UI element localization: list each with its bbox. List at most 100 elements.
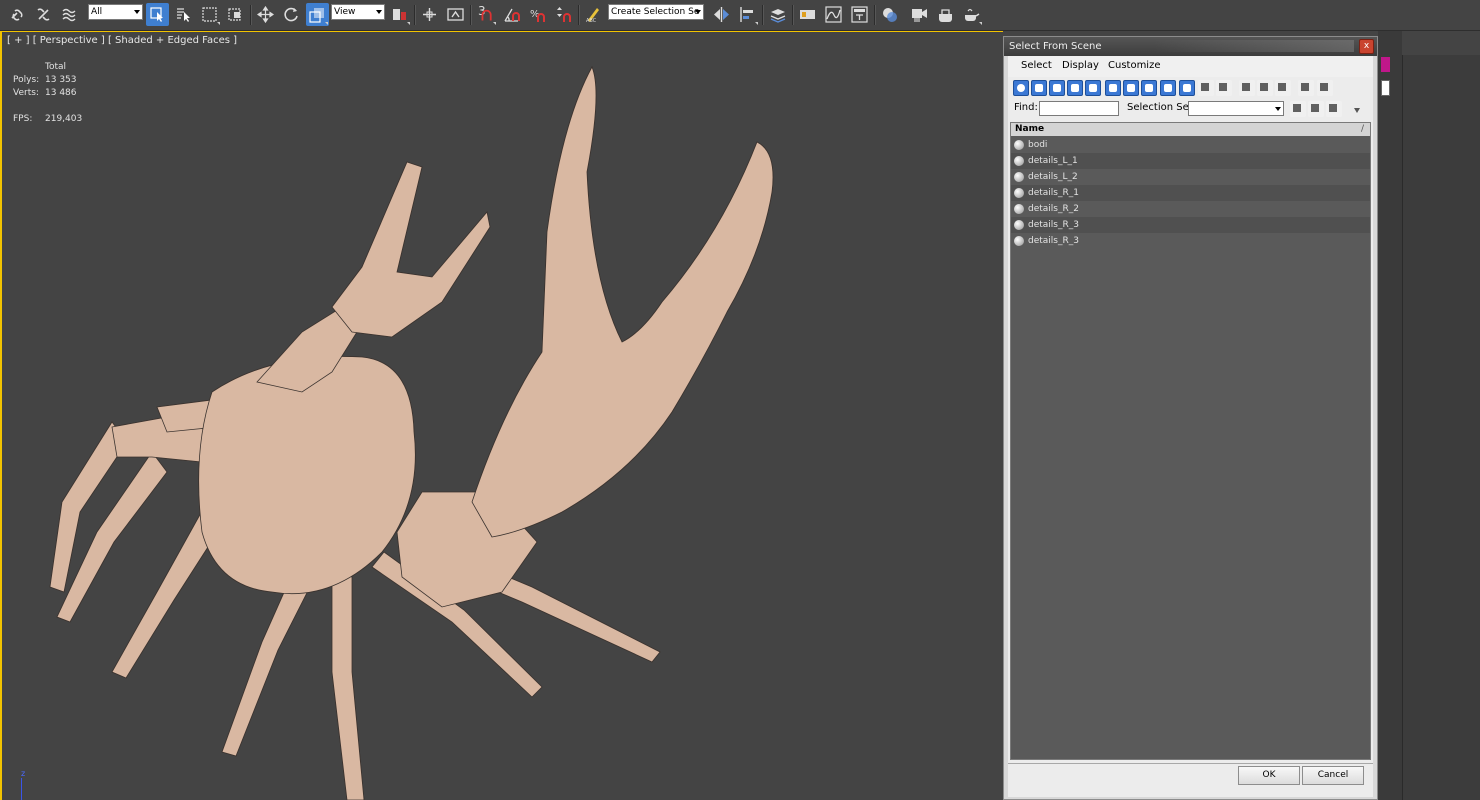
selection-set-dropdown[interactable] xyxy=(1188,101,1284,116)
select-manipulate-icon[interactable] xyxy=(418,3,441,26)
cancel-button[interactable]: Cancel xyxy=(1302,766,1364,785)
named-selection-dropdown[interactable]: Create Selection Se xyxy=(608,4,704,20)
display-shapes-icon[interactable] xyxy=(1031,80,1047,96)
pivot-center-icon[interactable] xyxy=(388,3,411,26)
display-frozen-icon[interactable] xyxy=(1198,80,1214,96)
geometry-icon xyxy=(1014,236,1024,246)
chevron-down-icon[interactable] xyxy=(1354,108,1360,113)
display-invert-icon[interactable] xyxy=(1275,80,1291,96)
object-color-swatch[interactable] xyxy=(1381,57,1390,72)
list-item[interactable]: details_R_3 xyxy=(1011,233,1370,249)
viewport-label[interactable]: [ + ] [ Perspective ] [ Shaded + Edged F… xyxy=(7,35,237,46)
scale-icon[interactable] xyxy=(306,3,329,26)
object-name: details_R_3 xyxy=(1028,236,1079,246)
display-groups-icon[interactable] xyxy=(1123,80,1139,96)
create-selection-set-icon[interactable] xyxy=(1290,101,1306,117)
display-spacewarps-icon[interactable] xyxy=(1105,80,1121,96)
stat-fps-value: 219,403 xyxy=(45,114,83,124)
add-to-selection-set-icon[interactable] xyxy=(1308,101,1324,117)
keyboard-shortcut-icon[interactable] xyxy=(444,3,467,26)
unlink-icon[interactable] xyxy=(32,3,55,26)
bind-spacewarp-icon[interactable] xyxy=(58,3,81,26)
display-containers-icon[interactable] xyxy=(1179,80,1195,96)
material-editor-icon[interactable] xyxy=(878,3,901,26)
snaps-toggle-icon[interactable]: 3 xyxy=(474,3,497,26)
command-panel xyxy=(1402,55,1480,800)
link-icon[interactable] xyxy=(6,3,29,26)
axis-z-label: z xyxy=(21,769,26,778)
display-helpers-icon[interactable] xyxy=(1085,80,1101,96)
list-item[interactable]: details_R_2 xyxy=(1011,201,1370,217)
reference-coord-dropdown[interactable]: View xyxy=(331,4,385,20)
curve-editor-icon[interactable] xyxy=(822,3,845,26)
find-input[interactable] xyxy=(1039,101,1119,116)
angle-snap-icon[interactable] xyxy=(500,3,523,26)
display-bones-icon[interactable] xyxy=(1160,80,1176,96)
list-item[interactable]: details_L_2 xyxy=(1011,169,1370,185)
sort-indicator: / xyxy=(1361,124,1365,134)
find-label: Find: xyxy=(1014,102,1038,113)
rect-region-icon[interactable] xyxy=(198,3,221,26)
menu-customize[interactable]: Customize xyxy=(1108,60,1161,71)
edit-named-selection-icon[interactable]: ABC xyxy=(582,3,605,26)
dialog-title: Select From Scene xyxy=(1009,41,1102,52)
display-cameras-icon[interactable] xyxy=(1067,80,1083,96)
ok-button[interactable]: OK xyxy=(1238,766,1300,785)
list-item[interactable]: details_R_3 xyxy=(1011,217,1370,233)
menu-display[interactable]: Display xyxy=(1062,60,1099,71)
axis-z-line xyxy=(21,778,22,800)
display-none-icon[interactable] xyxy=(1257,80,1273,96)
display-lights-icon[interactable] xyxy=(1049,80,1065,96)
window-crossing-icon[interactable] xyxy=(224,3,247,26)
dialog-toolbar xyxy=(1010,79,1371,99)
scene-object-list: Name / bodi details_L_1 details_L_2 deta… xyxy=(1010,122,1371,760)
selection-set-label: Selection Set: xyxy=(1127,102,1197,113)
filter-options-icon[interactable] xyxy=(1317,80,1333,96)
geometry-icon xyxy=(1014,188,1024,198)
command-panel-strip xyxy=(1378,31,1402,800)
rotate-icon[interactable] xyxy=(280,3,303,26)
list-header[interactable]: Name / xyxy=(1011,123,1370,136)
rendered-frame-icon[interactable] xyxy=(934,3,957,26)
stat-fps-label: FPS: xyxy=(13,114,33,124)
menu-select[interactable]: Select xyxy=(1021,60,1052,71)
percent-snap-icon[interactable]: % xyxy=(526,3,549,26)
select-object-icon[interactable] xyxy=(146,3,169,26)
dialog-title-bar[interactable]: Select From Scene x xyxy=(1004,37,1377,56)
modifier-list-dropdown[interactable] xyxy=(1381,80,1390,96)
render-icon[interactable] xyxy=(960,3,983,26)
selection-filter-dropdown[interactable]: All xyxy=(88,4,143,20)
geometry-icon xyxy=(1014,156,1024,166)
object-name: details_R_2 xyxy=(1028,204,1079,214)
ribbon-icon[interactable] xyxy=(796,3,819,26)
list-item[interactable]: details_R_1 xyxy=(1011,185,1370,201)
column-name-header[interactable]: Name xyxy=(1015,123,1044,136)
layer-manager-icon[interactable] xyxy=(766,3,789,26)
svg-text:ABC: ABC xyxy=(586,18,597,23)
select-by-name-icon[interactable] xyxy=(172,3,195,26)
display-all-icon[interactable] xyxy=(1239,80,1255,96)
filter-icon[interactable] xyxy=(1298,80,1314,96)
spinner-snap-icon[interactable] xyxy=(552,3,575,26)
render-setup-icon[interactable] xyxy=(908,3,931,26)
display-hidden-icon[interactable] xyxy=(1216,80,1232,96)
display-geometry-icon[interactable] xyxy=(1013,80,1029,96)
select-from-scene-dialog: Select From Scene x Select Display Custo… xyxy=(1003,36,1378,800)
object-name: details_L_2 xyxy=(1028,172,1078,182)
close-icon[interactable]: x xyxy=(1359,39,1374,54)
display-xrefs-icon[interactable] xyxy=(1141,80,1157,96)
mirror-icon[interactable] xyxy=(710,3,733,26)
list-item[interactable]: details_L_1 xyxy=(1011,153,1370,169)
statistics-overlay: Total Polys: 13 353 Verts: 13 486 FPS: 2… xyxy=(13,59,372,124)
geometry-icon xyxy=(1014,172,1024,182)
schematic-view-icon[interactable] xyxy=(848,3,871,26)
perspective-viewport[interactable]: [ + ] [ Perspective ] [ Shaded + Edged F… xyxy=(0,31,1003,800)
main-toolbar: All View 3 % ABC Create Selection Se xyxy=(0,0,1480,31)
move-icon[interactable] xyxy=(254,3,277,26)
dialog-body: Select Display Customize Find: Selection… xyxy=(1008,56,1373,797)
geometry-icon xyxy=(1014,220,1024,230)
align-icon[interactable] xyxy=(736,3,759,26)
crab-3d-model xyxy=(49,66,774,800)
remove-from-selection-set-icon[interactable] xyxy=(1326,101,1342,117)
list-item[interactable]: bodi xyxy=(1011,137,1370,153)
